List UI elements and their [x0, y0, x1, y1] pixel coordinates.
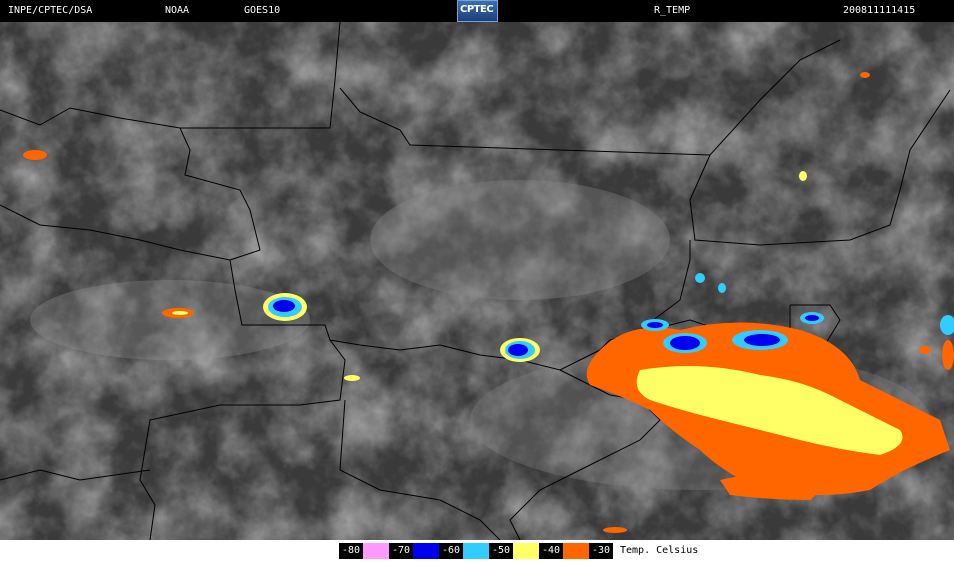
temperature-legend: -80 -70 -60 -50 -40 -30 Temp. Celsius	[0, 540, 954, 562]
legend-swatch	[413, 543, 439, 559]
legend-item: -60	[439, 543, 489, 559]
timestamp-label: 200811111415	[843, 5, 916, 16]
provider-label: NOAA	[165, 5, 190, 16]
satellite-map	[0, 22, 954, 540]
satellite-label: GOES10	[244, 5, 281, 16]
legend-label: -50	[489, 543, 513, 559]
legend-swatch	[513, 543, 539, 559]
cptec-logo: CPTEC	[457, 0, 498, 22]
legend-item: -80	[339, 543, 389, 559]
legend-swatch	[563, 543, 589, 559]
image-header: INPE/CPTEC/DSA NOAA GOES10 CPTEC R_TEMP …	[0, 0, 954, 22]
legend-label: -80	[339, 543, 363, 559]
legend-title: Temp. Celsius	[620, 545, 699, 556]
legend-item: -70	[389, 543, 439, 559]
legend-item: -30	[589, 543, 615, 559]
legend-item: -50	[489, 543, 539, 559]
legend-label: -60	[439, 543, 463, 559]
legend-item: -40	[539, 543, 589, 559]
legend-label: -40	[539, 543, 563, 559]
agency-label: INPE/CPTEC/DSA	[8, 5, 93, 16]
legend-swatch	[363, 543, 389, 559]
legend-label: -30	[589, 543, 613, 559]
product-label: R_TEMP	[654, 5, 691, 16]
satellite-imagery	[0, 22, 954, 540]
legend-swatch	[463, 543, 489, 559]
legend-label: -70	[389, 543, 413, 559]
